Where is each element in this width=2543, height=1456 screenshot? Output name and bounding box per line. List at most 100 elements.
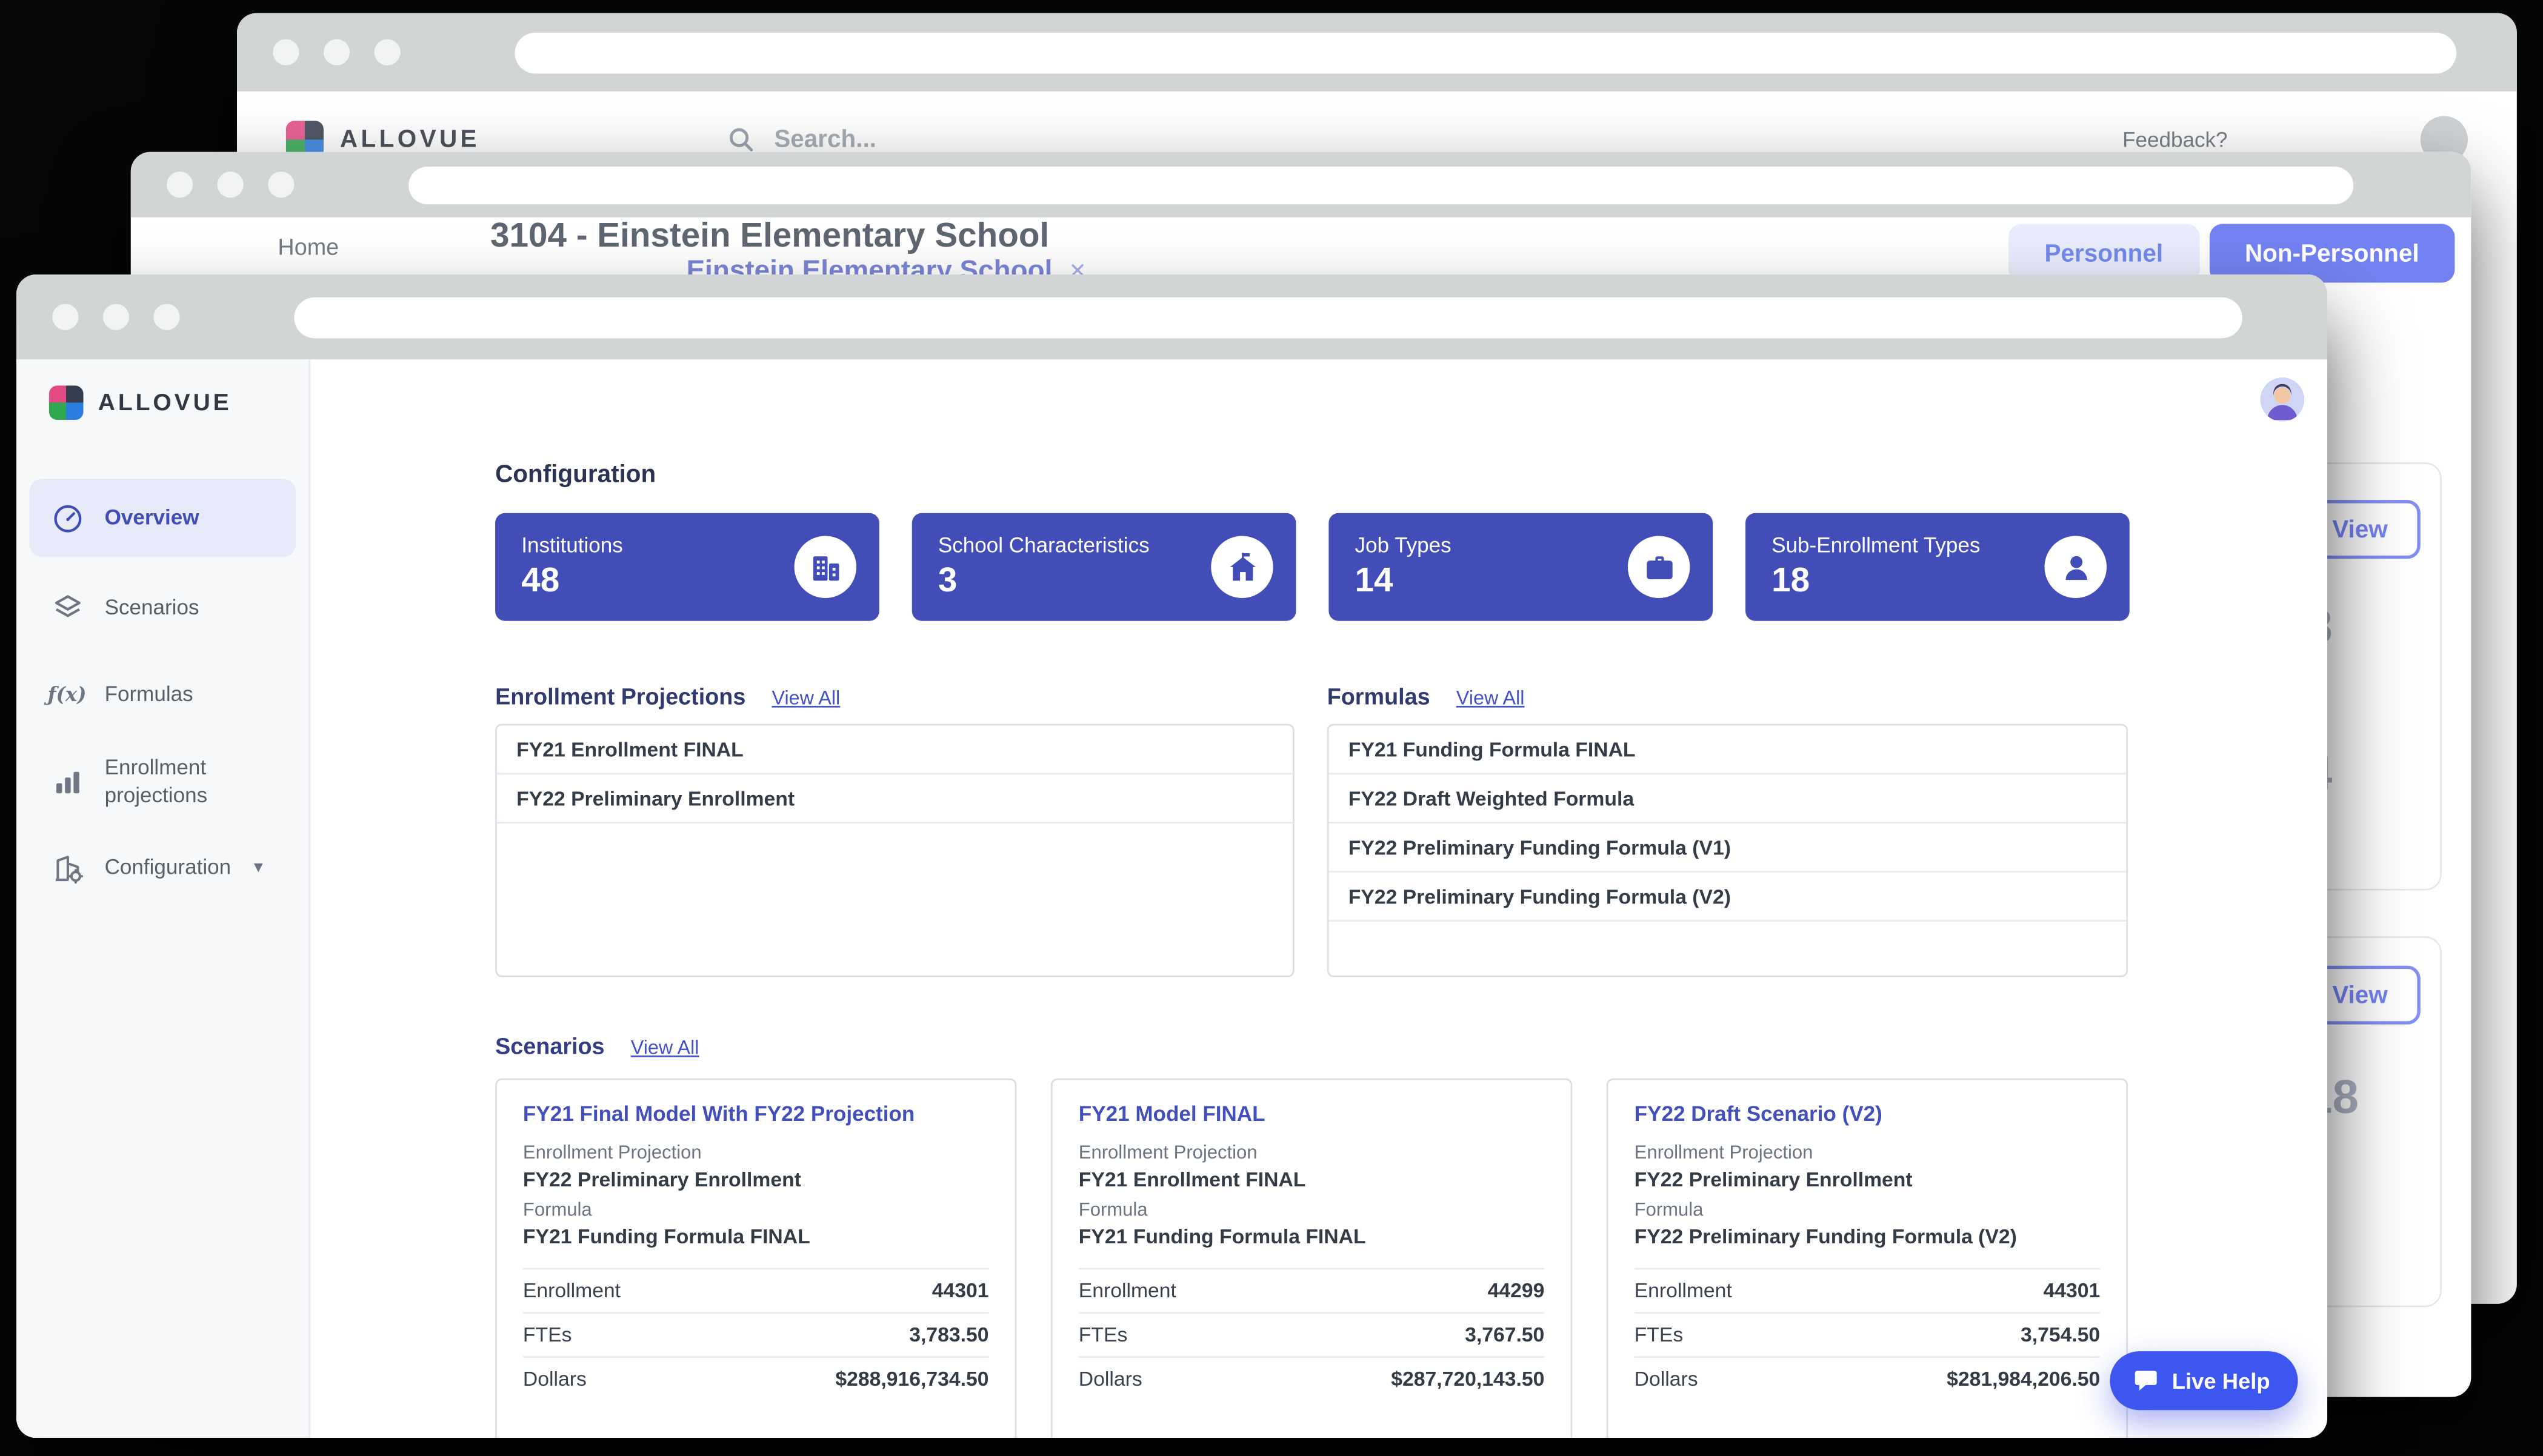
projection-value: FY21 Enrollment FINAL [1079,1168,1545,1191]
projection-label: Enrollment Projection [1079,1144,1545,1163]
sidebar-item-formulas[interactable]: Formulas [16,652,309,739]
brand-name: ALLOVUE [98,390,232,416]
traffic-light-minimize[interactable] [103,304,129,330]
stat-row-label: Dollars [1079,1368,1142,1391]
stat-row: Enrollment44299 [1079,1268,1545,1312]
formula-label: Formula [523,1201,989,1220]
list-item[interactable]: FY22 Draft Weighted Formula [1328,774,2126,823]
address-bar[interactable] [294,296,2242,337]
brand-name: ALLOVUE [340,125,480,153]
stat-row: FTEs3,767.50 [1079,1312,1545,1356]
scenario-card: FY21 Model FINAL Enrollment Projection F… [1051,1079,1572,1438]
stat-row-label: Dollars [523,1368,587,1391]
tab-non-personnel[interactable]: Non-Personnel [2209,224,2455,282]
live-help-button[interactable]: Live Help [2110,1351,2298,1410]
traffic-light-minimize[interactable] [324,39,350,65]
stat-row-value: 3,754.50 [2021,1323,2100,1346]
stat-label: Sub-Enrollment Types [1771,533,1980,557]
sidebar-item-configuration[interactable]: Configuration ▾ [16,825,309,912]
sidebar-item-scenarios[interactable]: Scenarios [16,565,309,652]
scenario-card: FY21 Final Model With FY22 Projection En… [495,1079,1016,1438]
projection-label: Enrollment Projection [523,1144,989,1163]
enrollment-projections-list: FY21 Enrollment FINAL FY22 Preliminary E… [495,724,1295,977]
projection-value: FY22 Preliminary Enrollment [523,1168,989,1191]
sidebar-item-label: Enrollment projections [105,756,296,809]
traffic-light-maximize[interactable] [375,39,401,65]
allovue-logo: ALLOVUE [16,359,309,420]
main-window: ALLOVUE Overview Scenarios [16,274,2327,1438]
traffic-light-close[interactable] [52,304,78,330]
sidebar-item-label: Formulas [105,682,193,709]
stat-row: Dollars$288,916,734.50 [523,1356,989,1400]
list-item[interactable]: FY21 Funding Formula FINAL [1328,725,2126,774]
stat-row: Enrollment44301 [523,1268,989,1312]
view-all-link[interactable]: View All [772,686,840,710]
address-bar[interactable] [408,166,2353,204]
stat-row-label: Enrollment [523,1279,621,1302]
breadcrumb[interactable]: Home [278,234,339,260]
traffic-lights [52,304,179,330]
traffic-light-close[interactable] [167,171,193,198]
formula-label: Formula [1635,1201,2101,1220]
traffic-light-minimize[interactable] [218,171,244,198]
scenario-title[interactable]: FY22 Draft Scenario (V2) [1635,1102,2101,1126]
stat-row: FTEs3,754.50 [1635,1312,2101,1356]
config-card-sub-enrollment-types[interactable]: Sub-Enrollment Types 18 [1745,513,2130,621]
config-card-institutions[interactable]: Institutions 48 [495,513,879,621]
scenario-title[interactable]: FY21 Model FINAL [1079,1102,1545,1126]
scenario-stats: Enrollment44299 FTEs3,767.50 Dollars$287… [1079,1268,1545,1400]
stat-row: Enrollment 44301 [1635,1268,2101,1312]
stat-row-value: 44301 [2043,1279,2100,1302]
projection-label: Enrollment Projection [1635,1144,2101,1163]
stat-row-value: 44299 [1488,1279,1545,1302]
address-bar[interactable] [515,32,2456,73]
stat-label: School Characteristics [938,533,1150,557]
list-item[interactable]: FY21 Enrollment FINAL [497,725,1293,774]
configuration-cards: Institutions 48 School Characteristics 3 [495,513,2130,621]
tab-personnel[interactable]: Personnel [2008,224,2199,282]
allovue-logo-mark-icon [49,385,84,420]
list-item[interactable]: FY22 Preliminary Funding Formula (V2) [1328,873,2126,922]
view-all-link[interactable]: View All [1456,686,1525,710]
scenario-stats: Enrollment44301 FTEs3,783.50 Dollars$288… [523,1268,989,1400]
stat-value: 3 [938,562,1150,602]
list-item[interactable]: FY22 Preliminary Enrollment [497,774,1293,823]
traffic-light-maximize[interactable] [153,304,179,330]
stat-row-label: Enrollment [1635,1279,1732,1302]
list-item[interactable]: FY22 Preliminary Funding Formula (V1) [1328,823,2126,873]
config-card-job-types[interactable]: Job Types 14 [1328,513,1713,621]
traffic-light-maximize[interactable] [268,171,294,198]
page-title: 3104 - Einstein Elementary School [490,218,1049,257]
main-content: Configuration Institutions 48 [310,359,2327,1438]
view-all-link[interactable]: View All [631,1036,699,1059]
stage: ALLOVUE Search... Feedback? Home 3104 [0,0,2543,1456]
traffic-light-close[interactable] [273,39,299,65]
formulas-section: Formulas View All FY21 Funding Formula F… [1327,683,2128,977]
config-card-school-characteristics[interactable]: School Characteristics 3 [912,513,1296,621]
sidebar-item-label: Configuration [105,855,232,882]
stat-row-label: FTEs [523,1323,572,1346]
scenario-title[interactable]: FY21 Final Model With FY22 Projection [523,1102,989,1126]
scenarios-heading: Scenarios [495,1032,605,1059]
window-titlebar [237,13,2517,91]
window-titlebar [131,152,2471,218]
feedback-link[interactable]: Feedback? [2122,127,2227,151]
search-placeholder: Search... [774,125,876,153]
enrollment-projections-section: Enrollment Projections View All FY21 Enr… [495,683,1295,977]
formula-value: FY21 Funding Formula FINAL [1079,1225,1545,1248]
stat-row-value: $281,984,206.50 [1947,1368,2100,1391]
sidebar-item-enrollment-projections[interactable]: Enrollment projections [16,739,309,825]
sidebar-item-overview[interactable]: Overview [30,479,296,557]
traffic-lights [167,171,294,198]
bar-chart-icon [49,764,85,800]
search-icon [725,124,755,154]
global-search[interactable]: Search... [725,124,876,154]
user-avatar[interactable] [2260,377,2304,422]
scenario-card: FY22 Draft Scenario (V2) Enrollment Proj… [1607,1079,2128,1438]
stat-row: Dollars$287,720,143.50 [1079,1356,1545,1400]
building-gear-icon [49,851,85,886]
speedometer-icon [49,500,85,536]
scenario-stats: Enrollment44301 FTEs3,754.50 Dollars$281… [1635,1268,2101,1400]
sidebar-item-label: Overview [105,505,199,531]
scenario-cards: FY21 Final Model With FY22 Projection En… [495,1079,2128,1438]
